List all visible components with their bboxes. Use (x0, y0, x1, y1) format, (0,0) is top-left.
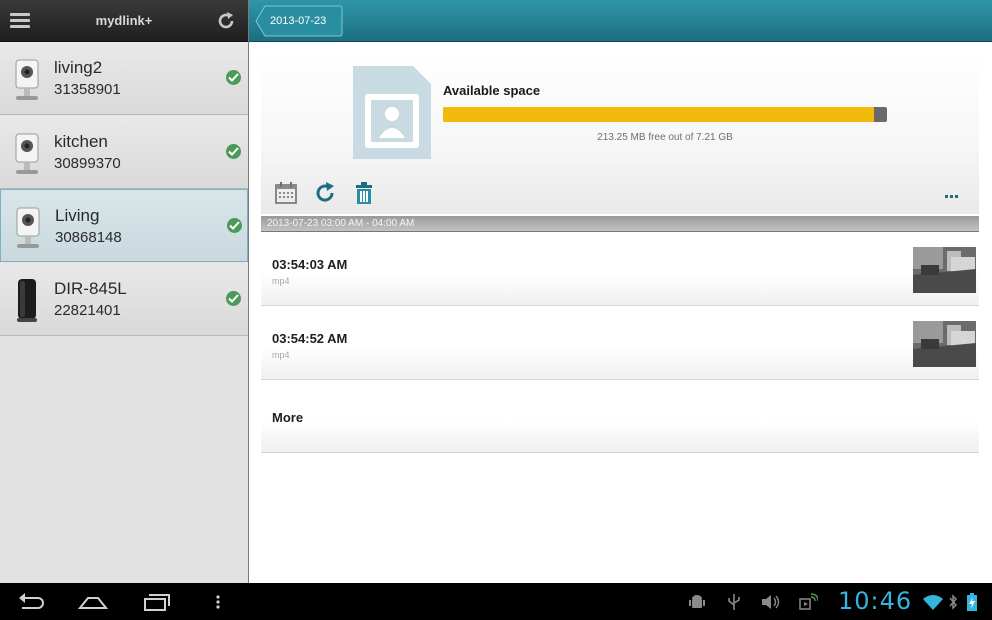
device-name: living2 (54, 58, 103, 77)
date-back-button[interactable]: 2013-07-23 (255, 5, 343, 37)
clip-item[interactable]: 03:54:52 AM mp4 (261, 308, 979, 380)
clip-thumbnail[interactable] (913, 321, 976, 367)
refresh-icon[interactable] (313, 181, 337, 205)
online-check-icon (226, 291, 241, 306)
device-item-living2[interactable]: living2 31358901 (0, 42, 248, 115)
device-sidebar: mydlink+ living2 31358901 kitchen 308993… (0, 0, 248, 583)
online-check-icon (226, 70, 241, 85)
overflow-menu-icon[interactable] (213, 590, 223, 614)
load-more-button[interactable]: More (261, 383, 979, 453)
device-id: 30899370 (54, 155, 121, 172)
media-cast-icon (799, 593, 818, 610)
back-icon[interactable] (16, 590, 46, 614)
device-item-dir-845l[interactable]: DIR-845L 22821401 (0, 263, 248, 336)
device-name: DIR-845L (54, 279, 127, 298)
device-name: kitchen (54, 132, 108, 151)
device-item-kitchen[interactable]: kitchen 30899370 (0, 116, 248, 189)
trash-icon[interactable] (352, 181, 376, 205)
system-navigation-bar: 10:46 (0, 583, 992, 620)
available-space-label: Available space (443, 83, 541, 98)
battery-charging-icon (967, 593, 977, 611)
time-range-label: 2013-07-23 03:00 AM - 04:00 AM (267, 218, 415, 229)
camera-icon (15, 133, 39, 174)
recordings-panel: 2013-07-23 Available space 213.25 MB fre… (249, 0, 992, 583)
recent-apps-icon[interactable] (141, 590, 171, 614)
refresh-icon[interactable] (215, 10, 237, 32)
sidebar-header: mydlink+ (0, 0, 248, 42)
storage-progress-bar (443, 107, 887, 122)
bluetooth-icon (949, 594, 958, 610)
device-id: 22821401 (54, 302, 121, 319)
clip-format: mp4 (272, 276, 290, 286)
clip-format: mp4 (272, 350, 290, 360)
online-check-icon (227, 218, 242, 233)
sd-card-icon (353, 66, 431, 159)
camera-icon (16, 207, 40, 248)
router-icon (17, 279, 37, 322)
device-name: Living (55, 206, 100, 225)
recordings-header: 2013-07-23 (249, 0, 992, 42)
usb-icon (728, 594, 740, 610)
app-title: mydlink+ (95, 13, 153, 28)
free-space-text: 213.25 MB free out of 7.21 GB (597, 132, 733, 143)
wifi-icon (923, 595, 943, 610)
device-id: 31358901 (54, 81, 121, 98)
calendar-icon[interactable] (274, 181, 298, 205)
more-icon[interactable] (945, 185, 963, 199)
status-clock: 10:46 (838, 587, 913, 615)
device-id: 30868148 (55, 229, 122, 246)
device-item-living[interactable]: Living 30868148 (0, 189, 248, 262)
home-icon[interactable] (78, 590, 108, 614)
clip-item[interactable]: 03:54:03 AM mp4 (261, 234, 979, 306)
clip-thumbnail[interactable] (913, 247, 976, 293)
date-label: 2013-07-23 (270, 15, 327, 27)
time-range-header: 2013-07-23 03:00 AM - 04:00 AM (261, 216, 979, 232)
volume-icon (762, 595, 780, 609)
more-label: More (272, 410, 304, 425)
android-debug-icon (689, 595, 705, 608)
clip-time: 03:54:03 AM (272, 257, 348, 272)
storage-card: Available space 213.25 MB free out of 7.… (261, 52, 979, 214)
storage-progress-fill (443, 107, 874, 122)
online-check-icon (226, 144, 241, 159)
clip-time: 03:54:52 AM (272, 331, 348, 346)
camera-icon (15, 59, 39, 100)
